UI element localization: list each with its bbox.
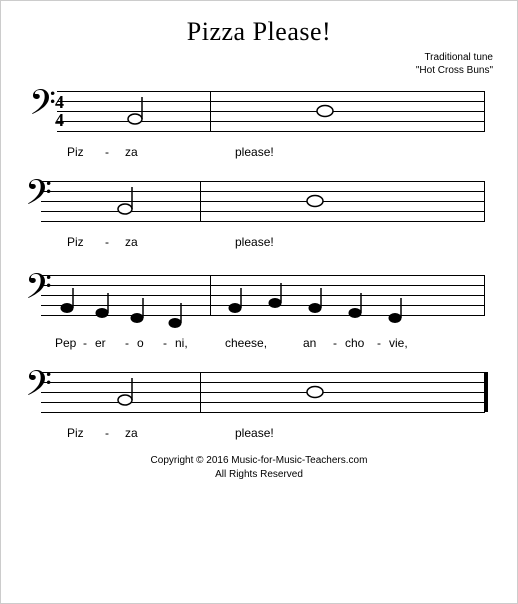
lyric-word: an	[303, 336, 316, 350]
lyric-word: please!	[235, 235, 274, 249]
lyrics-3: Pep - er - o - ni, cheese, an - cho - vi…	[25, 336, 493, 354]
lyric-word: -	[105, 235, 109, 249]
lyric-word: za	[125, 235, 138, 249]
lyric-word: Pep	[55, 336, 76, 350]
lyrics-2: Piz - za please!	[25, 235, 493, 253]
lyric-word: za	[125, 145, 138, 159]
lyric-word: -	[105, 426, 109, 440]
notes-svg-4	[25, 364, 493, 424]
copyright-line1: Copyright © 2016 Music-for-Music-Teacher…	[151, 455, 368, 466]
lyric-word: cheese,	[225, 336, 267, 350]
lyrics-4: Piz - za please!	[25, 426, 493, 444]
staff-section-2: 𝄢 Piz - za please!	[25, 173, 493, 253]
copyright-line2: All Rights Reserved	[215, 469, 303, 480]
staff-1: 𝄢 4 4	[25, 83, 493, 143]
lyric-word: vie,	[389, 336, 408, 350]
page-title: Pizza Please!	[25, 17, 493, 47]
note	[128, 114, 142, 124]
lyric-word: er	[95, 336, 106, 350]
staff-section-3: 𝄢	[25, 263, 493, 354]
lyric-word: o	[137, 336, 144, 350]
notes-svg-2	[25, 173, 493, 233]
lyric-word: ni,	[175, 336, 188, 350]
lyric-word: -	[125, 336, 129, 350]
lyric-word: Piz	[67, 235, 84, 249]
staff-section-1: 𝄢 4 4 Piz	[25, 83, 493, 163]
staff-section-4: 𝄢 Piz - za please!	[25, 364, 493, 444]
staff-2: 𝄢	[25, 173, 493, 233]
lyric-word: Piz	[67, 145, 84, 159]
notes-svg-3	[25, 263, 493, 328]
copyright: Copyright © 2016 Music-for-Music-Teacher…	[25, 454, 493, 482]
lyric-word: please!	[235, 426, 274, 440]
lyric-word: cho	[345, 336, 364, 350]
lyric-word: -	[333, 336, 337, 350]
staff-3: 𝄢	[25, 263, 493, 328]
lyric-word: -	[163, 336, 167, 350]
staff-4: 𝄢	[25, 364, 493, 424]
lyrics-1: Piz - za please!	[25, 145, 493, 163]
lyric-word: Piz	[67, 426, 84, 440]
lyric-word: -	[377, 336, 381, 350]
lyric-word: please!	[235, 145, 274, 159]
lyric-word: -	[105, 145, 109, 159]
notes-svg-1	[25, 83, 493, 143]
music-sheet: Pizza Please! Traditional tune "Hot Cros…	[0, 0, 518, 604]
lyric-word: -	[83, 336, 87, 350]
note-hole	[321, 108, 329, 114]
lyric-word: za	[125, 426, 138, 440]
subtitle: Traditional tune "Hot Cross Buns"	[25, 51, 493, 77]
